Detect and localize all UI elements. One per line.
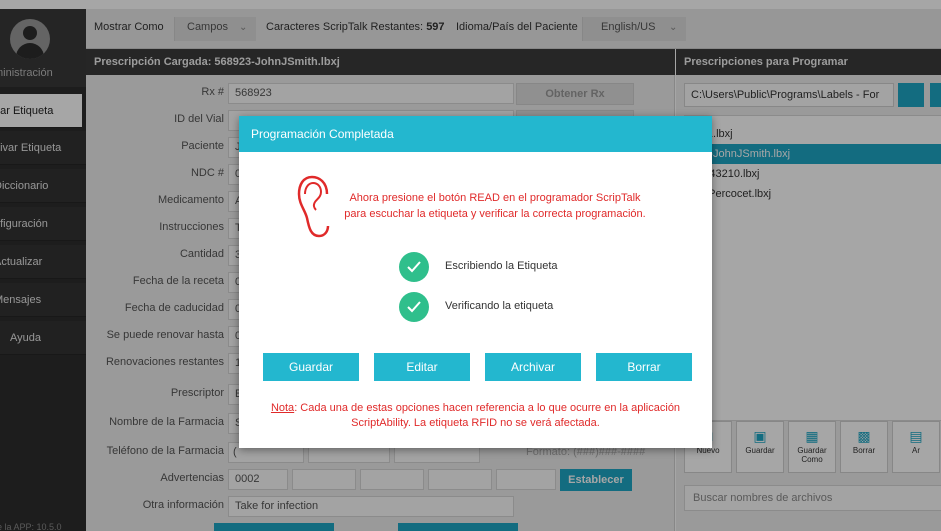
note-text: : Cada una de estas opciones hacen refer… xyxy=(294,402,681,429)
dialog-message: Ahora presione el botón READ en el progr… xyxy=(344,192,646,220)
step-verificando: Verificando la etiqueta xyxy=(399,292,659,322)
dialog-note: Nota: Cada una de estas opciones hacen r… xyxy=(269,401,682,431)
step-label: Escribiendo la Etiqueta xyxy=(445,260,558,272)
step-escribiendo: Escribiendo la Etiqueta xyxy=(399,252,659,282)
programming-complete-dialog: Programación Completada Ahora presione e… xyxy=(239,116,712,448)
check-icon xyxy=(399,252,429,282)
check-icon xyxy=(399,292,429,322)
ear-icon xyxy=(297,175,330,238)
note-prefix: Nota xyxy=(270,402,295,414)
archivar-button[interactable]: Archivar xyxy=(485,353,581,381)
step-label: Verificando la etiqueta xyxy=(445,300,554,312)
dialog-title: Programación Completada xyxy=(239,116,712,152)
borrar-button[interactable]: Borrar xyxy=(596,353,692,381)
editar-button[interactable]: Editar xyxy=(374,353,470,381)
guardar-button[interactable]: Guardar xyxy=(263,353,359,381)
